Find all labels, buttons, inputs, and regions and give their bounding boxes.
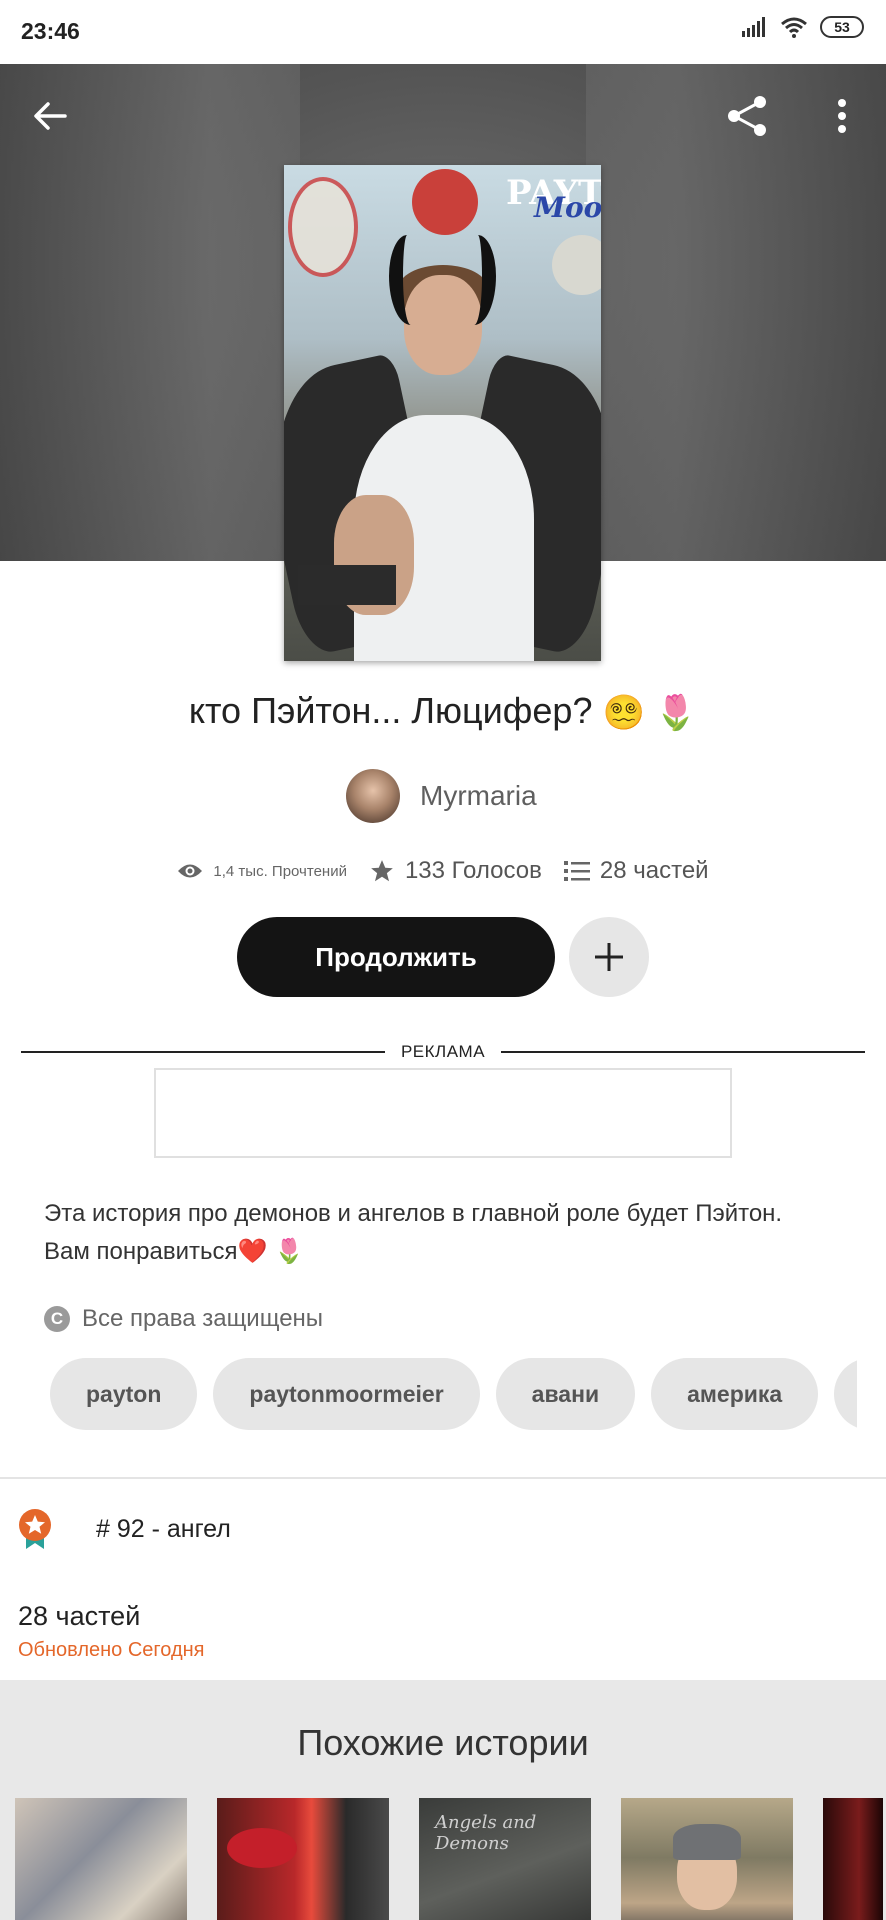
cover-text-script: Moor	[534, 191, 601, 224]
rank-badge-icon	[19, 1509, 51, 1549]
thumb-cover-text: Angels and Demons	[435, 1812, 537, 1854]
tag-chip[interactable]: paytonmoormeier	[213, 1358, 480, 1430]
tag-chip[interactable]: ам	[834, 1358, 857, 1430]
section-divider	[0, 1477, 886, 1479]
battery-indicator: 53	[820, 16, 864, 38]
copyright-icon: C	[44, 1306, 70, 1332]
similar-stories-section: Похожие истории Angels and Demons	[0, 1680, 886, 1920]
description-emoji-2: 🌷	[274, 1238, 304, 1265]
copyright-label: Все права защищены	[82, 1305, 324, 1332]
story-stats: 1,4 тыс. Прочтений 133 Голосов 28 частей	[0, 857, 886, 885]
author-link[interactable]: Myrmaria	[346, 769, 537, 823]
updated-label: Обновлено Сегодня	[18, 1639, 205, 1661]
votes-count: 133 Голосов	[404, 857, 542, 884]
continue-reading-button[interactable]: Продолжить	[237, 917, 555, 997]
reads-stat: 1,4 тыс. Прочтений	[177, 862, 347, 880]
signal-icon	[742, 17, 765, 37]
status-time: 23:46	[21, 18, 80, 44]
plus-icon	[595, 943, 623, 971]
parts-count-stat: 28 частей	[599, 857, 709, 884]
similar-stories-title: Похожие истории	[297, 1722, 589, 1763]
star-icon	[371, 860, 393, 882]
ad-banner[interactable]	[154, 1068, 732, 1158]
similar-story-cover[interactable]	[621, 1798, 793, 1920]
similar-story-cover[interactable]: Angels and Demons	[419, 1798, 591, 1920]
reads-count: 1,4 тыс. Прочтений	[213, 862, 347, 880]
tag-chip[interactable]: авани	[495, 1358, 636, 1430]
copyright-info: C Все права защищены	[44, 1305, 323, 1333]
description-line-1: Эта история про демонов и ангелов в глав…	[44, 1200, 783, 1227]
tag-chip[interactable]: payton	[50, 1358, 198, 1430]
votes-stat: 133 Голосов	[369, 857, 542, 885]
ad-divider: РЕКЛАМА	[21, 1040, 865, 1064]
status-bar: 23:46 53	[0, 0, 886, 64]
arrow-left-icon	[34, 102, 67, 130]
list-icon	[563, 861, 590, 881]
rank-row[interactable]: # 92 - ангел	[18, 1508, 231, 1550]
author-name[interactable]: Myrmaria	[420, 780, 537, 812]
wifi-icon	[781, 17, 807, 38]
story-description: Эта история про демонов и ангелов в глав…	[44, 1195, 844, 1271]
title-emoji-1: 😵‍💫	[602, 694, 645, 733]
eye-icon	[178, 864, 203, 878]
rank-label: # 92 - ангел	[96, 1514, 231, 1543]
parts-stat: 28 частей	[563, 857, 709, 885]
story-title-text: кто Пэйтон... Люцифер?	[188, 690, 593, 731]
share-button[interactable]	[720, 88, 776, 144]
add-to-library-button[interactable]	[569, 917, 649, 997]
similar-story-cover[interactable]	[823, 1798, 883, 1920]
cover-caption	[298, 565, 396, 605]
back-button[interactable]	[22, 88, 78, 144]
parts-count[interactable]: 28 частей	[18, 1601, 140, 1632]
author-avatar[interactable]	[346, 769, 400, 823]
similar-story-cover[interactable]	[15, 1798, 187, 1920]
description-emoji-1: ❤️	[237, 1238, 268, 1265]
description-line-2-wrap: Вам понравиться❤️ 🌷	[44, 1233, 844, 1271]
story-title: кто Пэйтон... Люцифер? 😵‍💫 🌷	[0, 690, 886, 733]
tag-list: payton paytonmoormeier авани америка ам	[50, 1358, 857, 1430]
tag-chip[interactable]: америка	[651, 1358, 819, 1430]
more-vertical-icon	[838, 99, 846, 133]
status-icons: 53	[742, 16, 864, 38]
story-cover-image[interactable]: PAYT Moor	[284, 165, 601, 661]
title-emoji-2: 🌷	[654, 694, 698, 733]
description-line-2: Вам понравиться	[44, 1238, 238, 1265]
more-options-button[interactable]	[814, 88, 870, 144]
similar-story-cover[interactable]	[217, 1798, 389, 1920]
similar-stories-row: Angels and Demons	[15, 1798, 886, 1920]
share-icon	[728, 96, 766, 136]
